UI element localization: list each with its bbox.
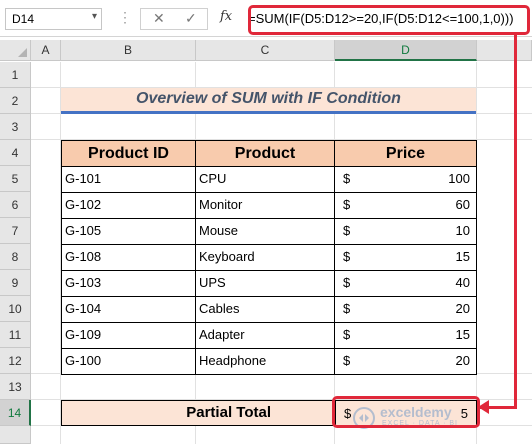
product-id-value: G-109 (65, 327, 102, 342)
product-id-cell[interactable]: G-102 (61, 192, 196, 219)
product-cell[interactable]: Keyboard (195, 244, 335, 271)
product-cell[interactable]: Headphone (195, 348, 335, 375)
product-id-cell[interactable]: G-105 (61, 218, 196, 245)
row-header-12[interactable]: 12 (0, 348, 31, 374)
row-header-5[interactable]: 5 (0, 166, 31, 192)
product-name-value: Adapter (199, 327, 245, 342)
row-header-8[interactable]: 8 (0, 244, 31, 270)
insert-function-icon[interactable]: fx (220, 9, 232, 24)
product-name-value: CPU (199, 171, 227, 186)
product-name-value: UPS (199, 275, 226, 290)
row-header-10[interactable]: 10 (0, 296, 31, 322)
row-header-11[interactable]: 11 (0, 322, 31, 348)
price-cell[interactable]: $15 (334, 244, 477, 271)
product-name-value: Monitor (199, 197, 243, 212)
header-product[interactable]: Product (195, 140, 335, 167)
product-id-cell[interactable]: G-108 (61, 244, 196, 271)
product-name-value: Mouse (199, 223, 239, 238)
price-value: 20 (455, 353, 470, 368)
product-id-value: G-105 (65, 223, 102, 238)
product-cell[interactable]: CPU (195, 166, 335, 193)
currency-symbol: $ (343, 327, 351, 342)
select-all-corner[interactable] (0, 40, 31, 61)
currency-symbol: $ (343, 249, 351, 264)
currency-symbol: $ (343, 223, 351, 238)
enter-icon[interactable]: ✓ (185, 10, 197, 27)
price-cell[interactable]: $60 (334, 192, 477, 219)
product-id-cell[interactable]: G-104 (61, 296, 196, 323)
product-id-value: G-104 (65, 301, 102, 316)
formula-highlight-box (248, 5, 530, 35)
product-cell[interactable]: Adapter (195, 322, 335, 349)
price-cell[interactable]: $40 (334, 270, 477, 297)
currency-symbol: $ (343, 197, 351, 212)
price-value: 10 (455, 223, 470, 238)
price-cell[interactable]: $15 (334, 322, 477, 349)
column-header-a[interactable]: A (31, 40, 61, 61)
header-price[interactable]: Price (334, 140, 477, 167)
price-cell[interactable]: $20 (334, 296, 477, 323)
product-id-cell[interactable]: G-101 (61, 166, 196, 193)
row-header-1[interactable]: 1 (0, 62, 31, 88)
cancel-icon[interactable]: ✕ (153, 10, 165, 27)
partial-total-label-cell[interactable]: Partial Total (61, 400, 334, 426)
row-header-7[interactable]: 7 (0, 218, 31, 244)
product-id-value: G-103 (65, 275, 102, 290)
row-header-15 (0, 426, 31, 444)
result-highlight-box (332, 396, 480, 428)
chevron-down-icon[interactable]: ▾ (92, 11, 97, 22)
row-header-2[interactable]: 2 (0, 88, 31, 114)
product-id-value: G-101 (65, 171, 102, 186)
row-header-9[interactable]: 9 (0, 270, 31, 296)
column-header-b[interactable]: B (61, 40, 196, 61)
column-header-d[interactable]: D (335, 40, 477, 61)
product-cell[interactable]: Mouse (195, 218, 335, 245)
arrow-left-icon (478, 400, 489, 414)
price-value: 60 (455, 197, 470, 212)
currency-symbol: $ (343, 171, 351, 186)
product-name-value: Keyboard (199, 249, 255, 264)
sheet-title[interactable]: Overview of SUM with IF Condition (61, 90, 476, 108)
drag-handle-icon[interactable]: ⋮ (118, 9, 132, 26)
partial-total-label: Partial Total (186, 404, 271, 421)
row-header-3[interactable]: 3 (0, 114, 31, 140)
price-cell[interactable]: $100 (334, 166, 477, 193)
price-cell[interactable]: $10 (334, 218, 477, 245)
price-value: 100 (448, 171, 470, 186)
row-header-14[interactable]: 14 (0, 400, 31, 426)
name-box[interactable]: D14 ▾ (5, 8, 102, 30)
name-box-value: D14 (12, 12, 35, 26)
product-cell[interactable]: Monitor (195, 192, 335, 219)
row-header-6[interactable]: 6 (0, 192, 31, 218)
product-id-value: G-100 (65, 353, 102, 368)
product-id-value: G-102 (65, 197, 102, 212)
row-header-4[interactable]: 4 (0, 140, 31, 166)
currency-symbol: $ (343, 301, 351, 316)
row-header-13[interactable]: 13 (0, 374, 31, 400)
product-name-value: Headphone (199, 353, 267, 368)
currency-symbol: $ (343, 353, 351, 368)
column-header-empty (477, 40, 532, 61)
price-value: 15 (455, 249, 470, 264)
product-id-cell[interactable]: G-109 (61, 322, 196, 349)
price-value: 40 (455, 275, 470, 290)
price-value: 20 (455, 301, 470, 316)
connector-arrow-line (514, 34, 517, 408)
product-id-value: G-108 (65, 249, 102, 264)
price-cell[interactable]: $20 (334, 348, 477, 375)
product-id-cell[interactable]: G-100 (61, 348, 196, 375)
product-cell[interactable]: Cables (195, 296, 335, 323)
formula-buttons: ✕ ✓ (140, 8, 208, 30)
price-value: 15 (455, 327, 470, 342)
product-id-cell[interactable]: G-103 (61, 270, 196, 297)
header-product-id[interactable]: Product ID (61, 140, 196, 167)
currency-symbol: $ (343, 275, 351, 290)
product-cell[interactable]: UPS (195, 270, 335, 297)
product-name-value: Cables (199, 301, 240, 316)
column-header-c[interactable]: C (196, 40, 335, 61)
